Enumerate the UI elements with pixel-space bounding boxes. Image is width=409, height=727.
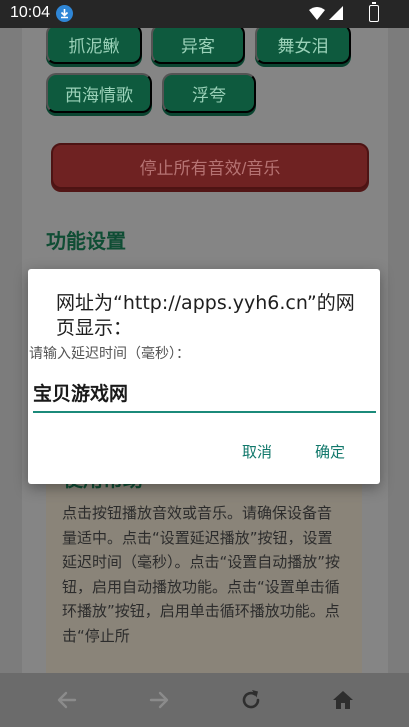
- sound-button-wunvlei[interactable]: 舞女泪: [255, 28, 351, 64]
- status-bar: 10:04: [0, 0, 409, 28]
- settings-title: 功能设置: [46, 229, 126, 253]
- help-text: 点击按钮播放音效或音乐。请确保设备音量适中。点击“设置延迟播放”按钮，设置延迟时…: [62, 504, 341, 645]
- download-icon: [56, 5, 73, 22]
- home-icon[interactable]: [330, 687, 356, 713]
- sound-button-fukua[interactable]: 浮夸: [162, 73, 256, 113]
- ok-button[interactable]: 确定: [315, 441, 345, 462]
- forward-arrow-icon[interactable]: [146, 687, 172, 713]
- refresh-icon[interactable]: [238, 687, 264, 713]
- signal-icon: [329, 6, 343, 20]
- cancel-button[interactable]: 取消: [242, 441, 272, 462]
- back-arrow-icon[interactable]: [54, 687, 80, 713]
- delay-input[interactable]: [33, 377, 376, 413]
- wifi-icon: [309, 6, 343, 20]
- status-time: 10:04: [10, 4, 51, 21]
- stop-all-button[interactable]: 停止所有音效/音乐: [51, 143, 369, 189]
- prompt-dialog: 网址为“http://apps.yyh6.cn”的网页显示： 请输入延迟时间（毫…: [28, 269, 380, 484]
- browser-nav-bar: [0, 673, 409, 727]
- sound-button-xihaiqingge[interactable]: 西海情歌: [46, 73, 152, 113]
- dialog-message: 请输入延迟时间（毫秒）：: [29, 346, 190, 362]
- battery-icon: [369, 2, 379, 22]
- sound-button-zhuniqiu[interactable]: 抓泥鳅: [46, 28, 142, 64]
- sound-button-yike[interactable]: 异客: [151, 28, 245, 64]
- dialog-title: 网址为“http://apps.yyh6.cn”的网页显示：: [56, 292, 355, 339]
